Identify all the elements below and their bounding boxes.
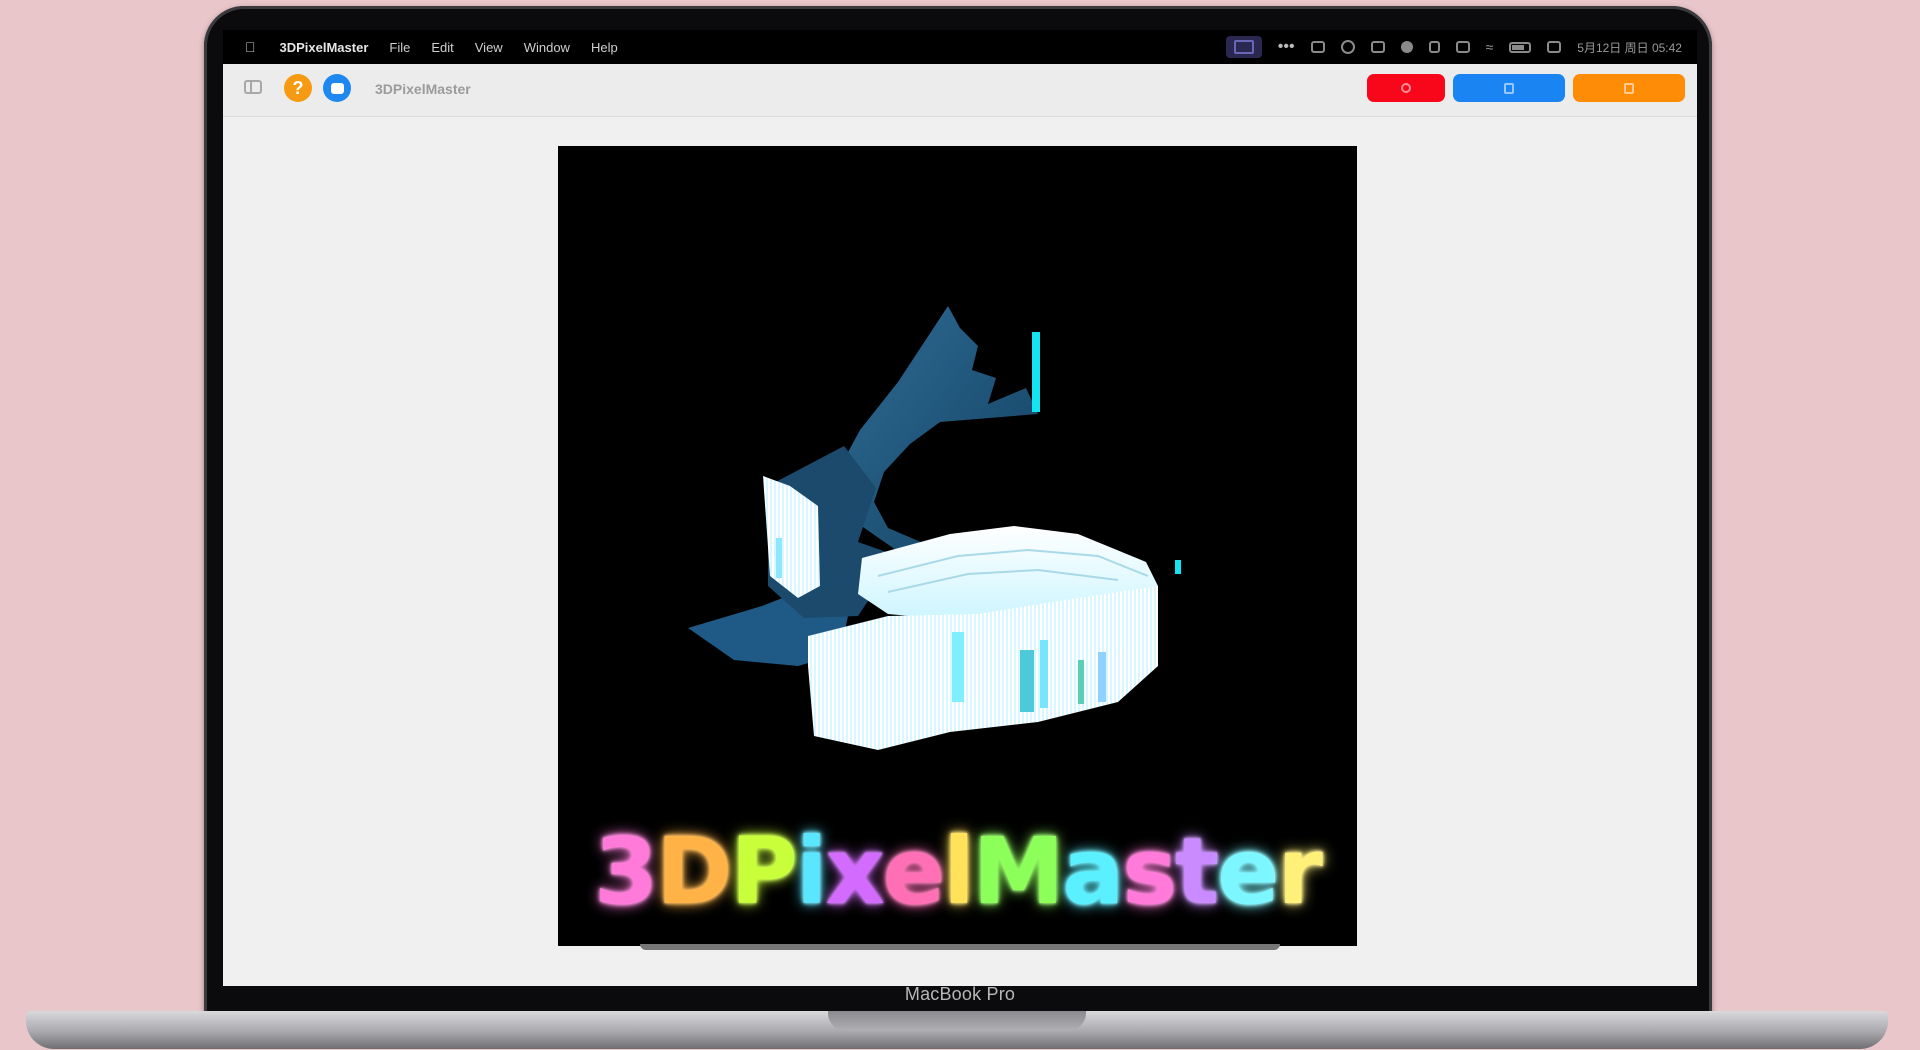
menu-edit[interactable]: Edit	[431, 40, 453, 55]
feedback-button[interactable]	[323, 74, 351, 102]
title-letter: M	[972, 818, 1065, 925]
menu-help[interactable]: Help	[591, 40, 618, 55]
title-letter: e	[882, 818, 945, 925]
reset-button[interactable]	[1367, 74, 1445, 102]
control-center-icon[interactable]	[1547, 41, 1562, 53]
display-icon[interactable]	[1370, 41, 1385, 53]
help-button[interactable]: ?	[284, 74, 312, 102]
macos-menu-bar:  3DPixelMaster File Edit View Window He…	[223, 30, 1697, 64]
title-letter: 3	[594, 818, 658, 925]
chat-bubble-icon	[330, 82, 344, 94]
reset-icon	[1401, 83, 1411, 93]
title-letter: l	[943, 818, 975, 925]
menu-view[interactable]: View	[475, 40, 503, 55]
share-icon	[1504, 82, 1514, 94]
sidebar-toggle-icon[interactable]	[244, 80, 262, 94]
canvas-bottom-shadow	[640, 944, 1280, 950]
laptop-model-label: MacBook Pro	[904, 984, 1016, 1004]
screen-mirroring-icon[interactable]	[1225, 36, 1262, 58]
canvas-title-text: 3DPixelMaster	[558, 826, 1357, 918]
app-toolbar: ? 3DPixelMaster	[223, 64, 1697, 117]
battery-icon[interactable]	[1509, 41, 1532, 53]
menu-bar-status-area: ••• ≈ 5月12日 周日 05:42	[1225, 30, 1682, 64]
copy-icon	[1624, 82, 1634, 94]
menu-bar-clock[interactable]: 5月12日 周日 05:42	[1577, 39, 1682, 56]
wifi-icon[interactable]: ≈	[1486, 39, 1494, 55]
title-letter: P	[730, 818, 797, 925]
title-letter: D	[656, 818, 732, 925]
title-letter: s	[1122, 818, 1177, 925]
clipboard-icon[interactable]	[1428, 41, 1440, 53]
window-title: 3DPixelMaster	[375, 81, 471, 97]
cat-app-icon[interactable]	[1310, 41, 1325, 53]
menu-app-name[interactable]: 3DPixelMaster	[280, 40, 369, 55]
title-letter: a	[1062, 818, 1124, 925]
title-letter: i	[795, 818, 828, 925]
laptop-hinge-notch	[828, 1011, 1086, 1031]
title-letter: x	[825, 818, 884, 925]
window-icon[interactable]	[1455, 41, 1470, 53]
render-canvas[interactable]: 3DPixelMaster	[558, 146, 1357, 946]
share-button[interactable]	[1453, 74, 1565, 102]
title-letter: r	[1277, 818, 1323, 925]
activity-icon[interactable]	[1340, 40, 1355, 54]
title-letter: e	[1217, 818, 1279, 925]
help-question-icon: ?	[292, 77, 304, 98]
account-icon[interactable]	[1400, 41, 1413, 53]
menu-file[interactable]: File	[389, 40, 410, 55]
apple-logo-icon[interactable]: 	[245, 39, 256, 55]
laptop-screen:  3DPixelMaster File Edit View Window He…	[223, 30, 1697, 986]
copy-button[interactable]	[1573, 74, 1685, 102]
menu-window[interactable]: Window	[524, 40, 570, 55]
more-icon[interactable]: •••	[1278, 38, 1295, 56]
title-letter: t	[1175, 818, 1219, 925]
